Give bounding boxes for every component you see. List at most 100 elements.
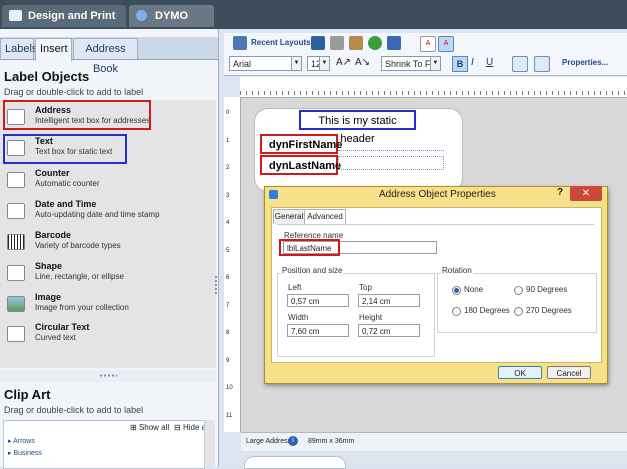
object-barcode[interactable]: Barcode Variety of barcode types — [4, 228, 212, 258]
label-icon — [9, 10, 22, 21]
dyn-first-name-field[interactable]: dynFirstName — [260, 134, 342, 154]
label-size: 89mm x 36mm — [308, 438, 355, 445]
grow-font-icon[interactable]: A↗ — [336, 57, 351, 68]
tab-insert[interactable]: Insert — [35, 38, 72, 61]
chevron-down-icon: ▼ — [319, 57, 329, 70]
italic-button[interactable]: I — [471, 57, 474, 68]
ruler-tick: 3 — [226, 192, 230, 199]
help-button[interactable]: ? — [557, 187, 563, 198]
label-objects-subtitle: Drag or double-click to add to label — [4, 87, 144, 97]
calendar-icon — [7, 203, 25, 219]
object-date-time[interactable]: Date and Time Auto-updating date and tim… — [4, 197, 212, 227]
vertical-ruler-labels: 0 1 2 3 4 5 6 7 8 9 10 11 — [226, 100, 236, 430]
dyn-last-name-field[interactable]: dynLastName — [260, 155, 341, 175]
tab-divider — [277, 224, 594, 225]
object-desc: Image from your collection — [35, 303, 129, 312]
rotation-180-radio[interactable] — [452, 307, 461, 316]
ok-button[interactable]: OK — [498, 366, 542, 379]
landscape-icon[interactable]: A — [420, 36, 436, 52]
selection-frame[interactable] — [338, 156, 444, 170]
clip-art-subtitle: Drag or double-click to add to label — [4, 405, 144, 415]
align-icon[interactable] — [512, 56, 528, 72]
next-label-preview — [244, 456, 346, 469]
scrollbar[interactable] — [204, 420, 215, 467]
chevron-down-icon: ▼ — [291, 57, 301, 70]
horizontal-ruler — [240, 77, 627, 98]
frame-icon[interactable] — [534, 56, 550, 72]
recent-layouts-button[interactable]: Recent Layouts — [251, 38, 311, 47]
object-shape[interactable]: Shape Line, rectangle, or ellipse — [4, 259, 212, 289]
circular-text-icon — [7, 326, 25, 342]
bold-button[interactable]: B — [452, 56, 468, 72]
object-desc: Automatic counter — [35, 179, 100, 188]
font-select[interactable]: Arial ▼ — [229, 56, 302, 71]
underline-button[interactable]: U — [486, 57, 493, 68]
left-input[interactable]: 0,57 cm — [287, 294, 349, 307]
category-arrows[interactable]: ▸ Arrows — [8, 437, 35, 445]
close-icon[interactable]: ✕ — [570, 186, 602, 201]
fit-value: Shrink To Fit — [385, 59, 435, 69]
tab-dymo-online[interactable]: DYMO Online — [129, 5, 214, 44]
highlight-address — [3, 100, 151, 130]
object-name: Shape — [35, 261, 63, 271]
portrait-icon[interactable]: A — [438, 36, 454, 52]
object-counter[interactable]: Counter Automatic counter — [4, 166, 212, 196]
counter-icon — [7, 172, 25, 188]
ruler-tick: 9 — [226, 357, 230, 364]
rotation-none-radio[interactable] — [452, 286, 461, 295]
tab-general[interactable]: General — [273, 209, 305, 224]
rotation-90-radio[interactable] — [514, 286, 523, 295]
ruler-tick: 10 — [226, 385, 233, 391]
category-business[interactable]: ▸ Business — [8, 449, 42, 457]
show-all-button[interactable]: ⊞ Show all — [130, 423, 169, 432]
rotation-90-label: 90 Degrees — [526, 285, 568, 294]
tab-address-book[interactable]: Address Book — [73, 38, 138, 75]
rotation-group-title: Rotation — [441, 266, 473, 275]
ruler-tick: 1 — [226, 137, 230, 144]
ruler-tick: 4 — [226, 220, 230, 226]
ruler-tick: 7 — [226, 302, 230, 309]
barcode-icon — [7, 234, 25, 250]
object-circular-text[interactable]: Circular Text Curved text — [4, 320, 212, 350]
object-name: Image — [35, 292, 62, 302]
paste-icon[interactable] — [349, 36, 363, 50]
category-label: Arrows — [13, 438, 35, 445]
top-input[interactable]: 2,14 cm — [358, 294, 420, 307]
object-name: Counter — [35, 168, 70, 178]
shrink-font-icon[interactable]: A↘ — [355, 57, 370, 68]
width-input[interactable]: 7,60 cm — [287, 324, 349, 337]
size-select[interactable]: 12 ▼ — [307, 56, 330, 71]
undo-icon[interactable] — [368, 36, 382, 50]
tab-labels[interactable]: Labels — [0, 38, 37, 59]
label-objects-title: Label Objects — [4, 69, 90, 84]
highlight-text — [3, 134, 127, 164]
position-group-title: Position and size — [281, 266, 344, 275]
object-desc: Curved text — [35, 333, 76, 342]
chevron-down-icon: ▼ — [430, 57, 440, 70]
object-name: Barcode — [35, 230, 72, 240]
grip-icon — [99, 374, 117, 377]
cancel-button[interactable]: Cancel — [547, 366, 591, 379]
print-icon[interactable] — [330, 36, 344, 50]
tab-design-and-print[interactable]: Design and Print Labels — [2, 5, 126, 44]
ruler-tick: 0 — [226, 110, 230, 116]
properties-button[interactable]: Properties... — [562, 58, 608, 67]
fit-select[interactable]: Shrink To Fit ▼ — [381, 56, 441, 71]
left-label: Left — [288, 283, 302, 292]
object-image[interactable]: Image Image from your collection — [4, 290, 212, 320]
object-name: Circular Text — [35, 322, 90, 332]
rotation-group — [437, 273, 597, 333]
ruler-tick: 8 — [226, 330, 230, 336]
info-icon[interactable]: i — [288, 436, 298, 446]
rotation-270-label: 270 Degrees — [526, 306, 572, 315]
rotation-270-radio[interactable] — [514, 307, 523, 316]
save-icon[interactable] — [311, 36, 325, 50]
import-icon[interactable] — [387, 36, 401, 50]
vertical-grip-icon[interactable] — [214, 275, 218, 295]
recent-layouts-icon — [233, 36, 247, 50]
static-header-text[interactable]: This is my static header — [299, 110, 416, 145]
panel-splitter[interactable] — [0, 370, 216, 382]
tab-advanced[interactable]: Advanced — [304, 209, 346, 225]
height-input[interactable]: 0,72 cm — [358, 324, 420, 337]
show-all-label: Show all — [138, 423, 170, 432]
